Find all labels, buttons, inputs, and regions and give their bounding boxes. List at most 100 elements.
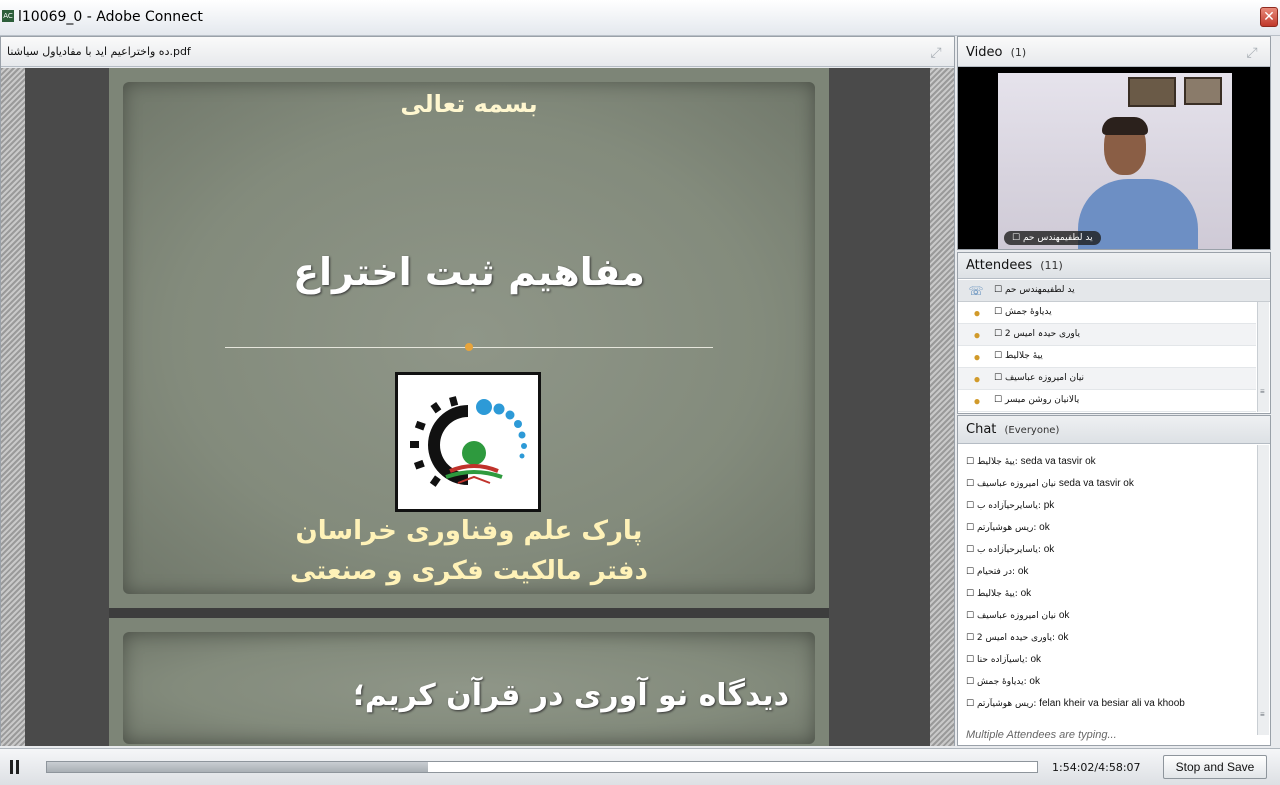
adobe-connect-window: AC l10069_0 - Adobe Connect ✕ ده واختراع…	[0, 0, 1280, 785]
chat-message: ☐ یدیاوهٔ جمش: ok	[966, 676, 1256, 698]
share-pod: ده واختراعیم اید با مفادیاول سیاشنا.pdf …	[0, 36, 955, 746]
webcam-video[interactable]: ☐ ید لطفیمهندس حم	[998, 73, 1232, 249]
slide-2: دیدگاه نو آوری در قرآن کریم؛	[109, 618, 829, 746]
slide-divider-dot	[465, 343, 473, 351]
chat-message: ☐ یاسایرحیآزاده ب: ok	[966, 544, 1256, 566]
chat-sender: ☐ یدیاوهٔ جمش:	[966, 677, 1027, 687]
slide-heading: مفاهیم ثبت اختراع	[293, 250, 645, 294]
chat-message: ☐ ریس هوشیآرتم: ok	[966, 522, 1256, 544]
chat-sender: ☐ یاسایرحیآزاده ب:	[966, 501, 1041, 511]
attendee-host-row[interactable]: ☏ ☐ ید لطفیمهندس حم	[958, 280, 1270, 302]
chat-text: seda va tasvir ok	[1017, 456, 1096, 467]
chat-sender: ☐ در فتحیام:	[966, 567, 1016, 577]
chat-text: ok	[1027, 654, 1042, 665]
chat-text: seda va tasvir ok	[1056, 478, 1134, 489]
video-pod-title: Video	[966, 45, 1003, 60]
park-logo	[395, 372, 541, 512]
chat-sender: ☐ یاسایرحیآزاده ب:	[966, 545, 1041, 555]
chat-audience: (Everyone)	[1004, 425, 1060, 436]
chat-text: ok	[1055, 632, 1069, 643]
attendees-title: Attendees	[966, 258, 1033, 273]
chat-pod-header: Chat (Everyone)	[958, 416, 1270, 444]
adobe-connect-icon: AC	[2, 10, 14, 22]
video-count: (1)	[1010, 46, 1027, 59]
stop-and-save-button[interactable]: Stop and Save	[1163, 755, 1267, 779]
presenter-name-label: ☐ ید لطفیمهندس حم	[1004, 231, 1101, 245]
attendee-row[interactable]: ● ☐ نیان امیروزه عباسیف	[958, 368, 1256, 390]
slide-org-line-1: پارک علم وفناوری خراسان	[295, 516, 643, 546]
attendee-name: ☐ نیان امیروزه عباسیف	[994, 373, 1085, 383]
chat-sender: ☐ نیان امیروزه عباسیف	[966, 479, 1057, 489]
chat-sender: ☐ ریس هوشیآرتم:	[966, 523, 1037, 533]
wall-frame	[1184, 77, 1222, 105]
share-document-title: ده واختراعیم اید با مفادیاول سیاشنا.pdf	[7, 45, 191, 58]
phone-icon: ☏	[968, 284, 984, 298]
attendee-name: ☐ یدیاوهٔ جمش	[994, 307, 1052, 317]
chat-sender: ☐ ریس هوشیآرتم:	[966, 699, 1037, 709]
chat-sender: ☐ ییهٔ جلالیط:	[966, 589, 1018, 599]
attendee-row[interactable]: ● ☐ یالانیان روشن میسر	[958, 390, 1256, 412]
chat-sender: ☐ 2 یاوری حیدہ امیس:	[966, 633, 1056, 643]
attendee-list: ● ☐ یدیاوهٔ جمش ● ☐ 2 یاوری حیدہ امیس ● …	[958, 302, 1256, 412]
chat-message: ☐ نیان امیروزه عباسیف seda va tasvir ok	[966, 478, 1256, 500]
presenter-hair	[1102, 117, 1148, 135]
wall-frame	[1128, 77, 1176, 107]
playback-bar: 1:54:02/4:58:07 Stop and Save	[0, 748, 1280, 785]
chat-message: ☐ یاسیآزاده حنا: ok	[966, 654, 1256, 676]
slide-bismillah: بسمه تعالی	[400, 90, 538, 118]
attendee-row[interactable]: ● ☐ یدیاوهٔ جمش	[958, 302, 1256, 324]
video-pod: Video (1) ⤢ ☐ ید لطفیمهندس حم	[957, 36, 1271, 250]
title-bar: AC l10069_0 - Adobe Connect ✕	[0, 0, 1280, 36]
chat-title: Chat	[966, 422, 997, 437]
close-button[interactable]: ✕	[1260, 7, 1278, 27]
chat-message: ☐ ییهٔ جلالیط: ok	[966, 588, 1256, 610]
user-icon: ●	[973, 350, 981, 364]
playback-progress-bar[interactable]	[46, 761, 1038, 773]
stage-right-border	[930, 68, 954, 746]
user-icon: ●	[973, 372, 981, 386]
attendee-row[interactable]: ● ☐ 2 یاوری حیدہ امیس	[958, 324, 1256, 346]
stage-gutter-right	[829, 68, 930, 746]
chat-sender: ☐ ییهٔ جلالیط:	[966, 457, 1018, 467]
chat-message: ☐ در فتحیام: ok	[966, 566, 1256, 588]
attendee-name: ☐ ییهٔ جلالیط	[994, 351, 1043, 361]
attendee-name: ☐ یالانیان روشن میسر	[994, 395, 1080, 405]
attendees-pod-header: Attendees (11)	[958, 253, 1270, 279]
user-group-icon: ●	[973, 328, 981, 342]
attendee-row[interactable]: ● ☐ ییهٔ جلالیط	[958, 346, 1256, 368]
chat-message: ☐ 2 یاوری حیدہ امیس: ok	[966, 632, 1256, 654]
maximize-icon[interactable]: ⤢	[1244, 44, 1260, 60]
attendees-scrollbar[interactable]: ≡	[1257, 302, 1269, 412]
maximize-icon[interactable]: ⤢	[928, 44, 944, 60]
stage-left-border	[1, 68, 25, 746]
playback-progress-fill	[47, 762, 429, 772]
chat-message: ☐ ریس هوشیآرتم: felan kheir va besiar al…	[966, 698, 1256, 720]
chat-message: ☐ یاسایرحیآزاده ب: pk	[966, 500, 1256, 522]
chat-text: ok	[1017, 588, 1032, 599]
chat-text: ok	[1056, 610, 1070, 621]
science-park-logo-icon	[410, 396, 527, 487]
playback-time: 1:54:02/4:58:07	[1052, 761, 1141, 774]
window-title: l10069_0 - Adobe Connect	[18, 9, 203, 25]
share-stage: بسمه تعالی مفاهیم ثبت اختراع پارک علم وف…	[1, 68, 954, 746]
typing-indicator: Multiple Attendees are typing...	[966, 729, 1117, 741]
chat-scrollbar[interactable]: ≡	[1257, 445, 1269, 735]
chat-message: ☐ نیان امیروزه عباسیف ok	[966, 610, 1256, 632]
share-pod-header: ده واختراعیم اید با مفادیاول سیاشنا.pdf …	[1, 37, 954, 67]
attendee-name: ☐ 2 یاوری حیدہ امیس	[994, 329, 1081, 339]
attendees-pod: Attendees (11) ☏ ☐ ید لطفیمهندس حم ● ☐ ی…	[957, 252, 1271, 414]
chat-text: ok	[1015, 566, 1029, 577]
scroll-grip-icon: ≡	[1260, 710, 1265, 719]
user-group-icon: ●	[973, 394, 981, 408]
chat-text: felan kheir va besiar ali va khoob	[1036, 698, 1185, 709]
video-pod-header: Video (1) ⤢	[958, 37, 1270, 67]
scroll-grip-icon: ≡	[1260, 387, 1265, 396]
chat-text: ok	[1040, 544, 1055, 555]
stage-gutter-left	[25, 68, 109, 746]
chat-text: ok	[1036, 522, 1050, 533]
chat-text: ok	[1026, 676, 1040, 687]
attendees-count: (11)	[1040, 259, 1063, 272]
pause-icon[interactable]	[10, 760, 22, 774]
chat-pod: Chat (Everyone) ☐ ییهٔ جلالیط: seda va t…	[957, 415, 1271, 746]
attendee-name: ☐ ید لطفیمهندس حم	[994, 285, 1075, 295]
